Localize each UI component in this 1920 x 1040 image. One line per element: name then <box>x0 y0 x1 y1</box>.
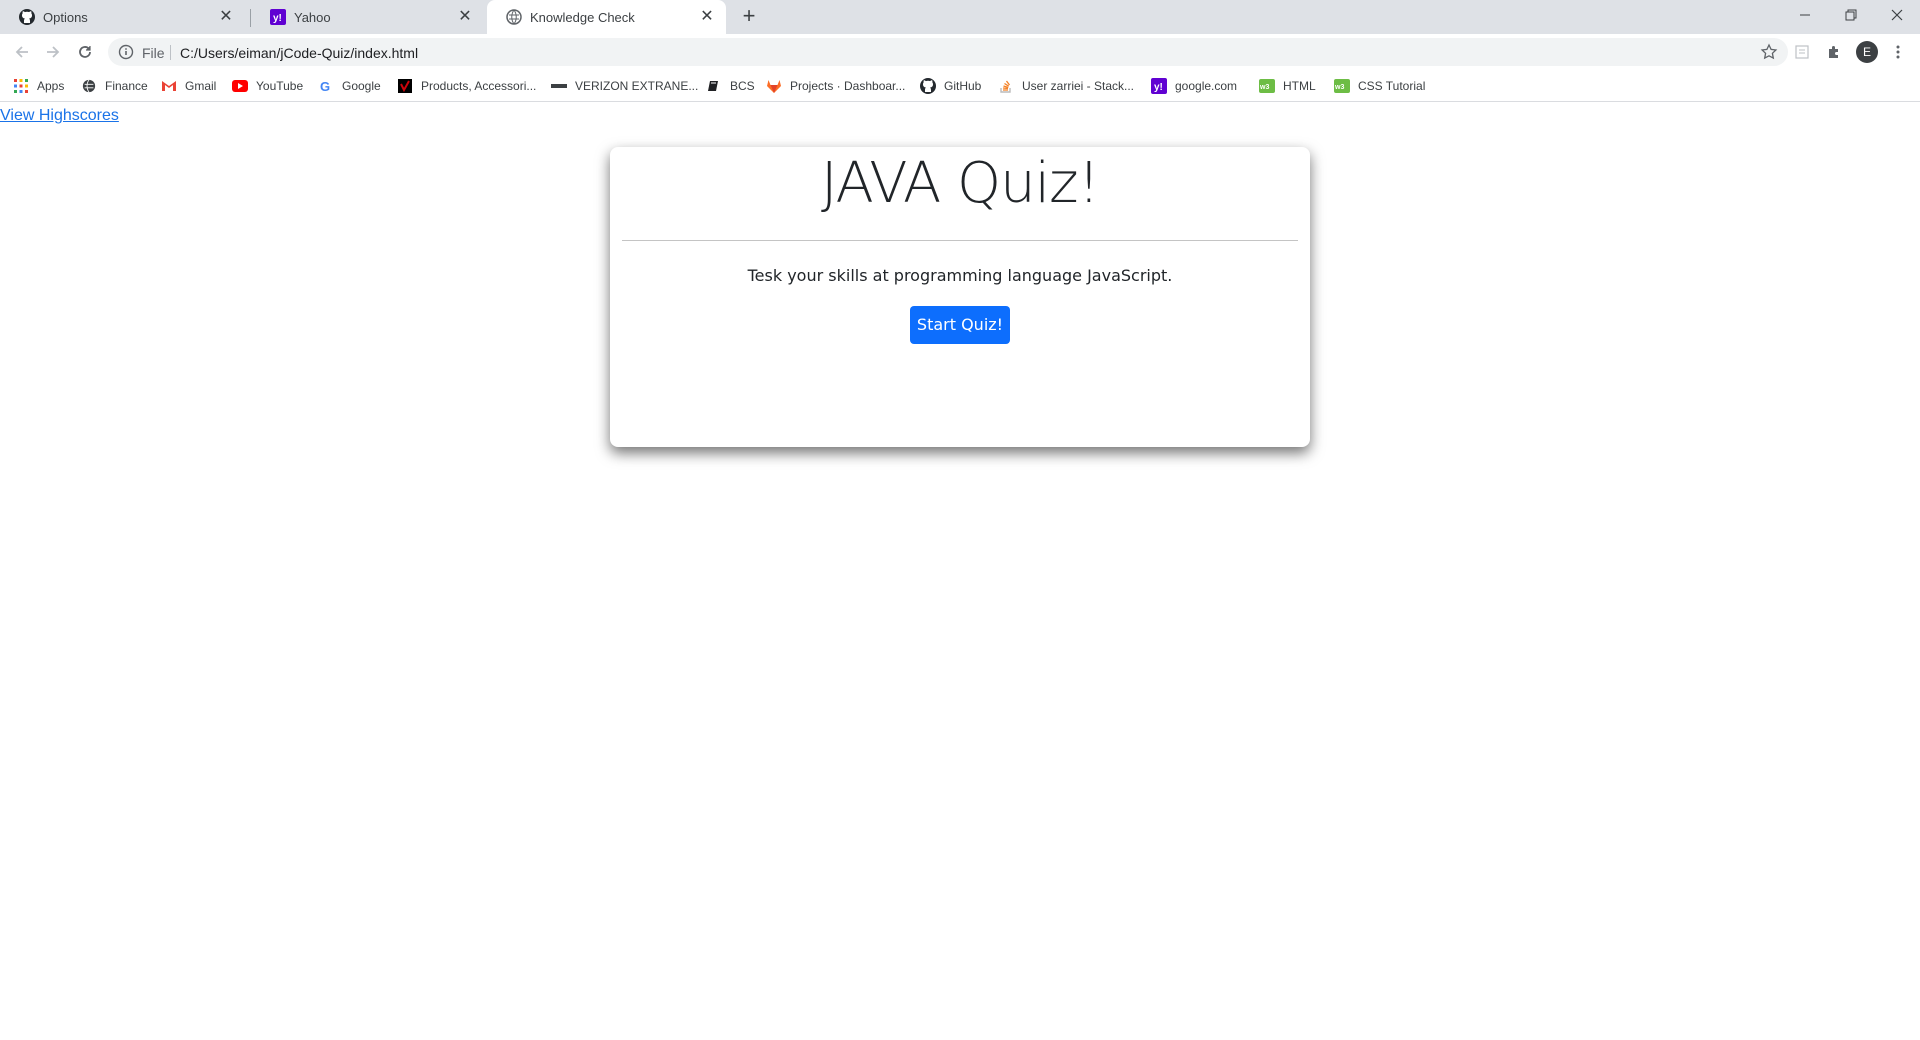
close-icon[interactable]: ✕ <box>456 8 474 26</box>
bookmark-youtube[interactable]: YouTube <box>232 78 303 94</box>
youtube-icon <box>232 78 248 94</box>
bookmark-label: Google <box>342 79 381 93</box>
svg-text:w3: w3 <box>1259 84 1269 91</box>
bookmark-label: Finance <box>105 79 148 93</box>
github-icon <box>920 78 936 94</box>
bookmark-label: User zarriei - Stack... <box>1022 79 1135 93</box>
bookmark-label: VERIZON EXTRANE... <box>575 79 699 93</box>
svg-text:G: G <box>320 79 330 93</box>
bookmark-label: Products, Accessori... <box>421 79 537 93</box>
scheme-label: File <box>142 45 165 61</box>
svg-text:w3: w3 <box>1334 84 1344 91</box>
verizon-icon <box>397 78 413 94</box>
page-viewport: View Highscores JAVA Quiz! Tesk your ski… <box>0 103 1920 1040</box>
gitlab-icon <box>766 78 782 94</box>
new-tab-icon[interactable]: + <box>737 5 761 29</box>
globe-icon <box>81 78 97 94</box>
stackoverflow-icon <box>998 78 1014 94</box>
star-icon[interactable] <box>1760 43 1778 61</box>
bookmark-bcs[interactable]: BCS <box>706 78 755 94</box>
tab-knowledge-check[interactable]: Knowledge Check ✕ <box>487 0 726 34</box>
bookmark-label: GitHub <box>944 79 982 93</box>
bookmark-google-com[interactable]: y! google.com <box>1151 78 1237 94</box>
divider <box>622 240 1298 241</box>
tab-yahoo[interactable]: y! Yahoo ✕ <box>251 0 484 34</box>
browser-toolbar: File C:/Users/eiman/jCode-Quiz/index.htm… <box>0 34 1920 70</box>
bookmarks-bar: Apps Finance Gmail YouTube G Google Prod… <box>0 70 1920 102</box>
info-icon[interactable] <box>118 44 134 60</box>
bookmark-google[interactable]: G Google <box>318 78 381 94</box>
reload-icon[interactable] <box>73 40 97 64</box>
bookmark-label: Apps <box>37 79 65 93</box>
tab-title: Yahoo <box>294 10 331 25</box>
close-window-icon[interactable] <box>1874 0 1920 30</box>
bookmark-verizon-extranet[interactable]: VERIZON EXTRANE... <box>551 78 698 94</box>
bookmark-finance[interactable]: Finance <box>81 78 148 94</box>
quiz-subtitle: Tesk your skills at programming language… <box>747 266 1173 285</box>
bookmark-products[interactable]: Products, Accessori... <box>397 78 536 94</box>
bookmark-label: HTML <box>1283 79 1316 93</box>
reading-list-icon[interactable] <box>1792 42 1812 62</box>
github-icon <box>19 9 35 25</box>
bookmark-github[interactable]: GitHub <box>920 78 981 94</box>
tab-title: Knowledge Check <box>530 10 635 25</box>
tab-strip: Options ✕ y! Yahoo ✕ Knowledge Check ✕ + <box>0 0 1920 34</box>
gmail-icon <box>161 78 177 94</box>
apps-grid-icon <box>13 78 29 94</box>
address-bar[interactable]: File C:/Users/eiman/jCode-Quiz/index.htm… <box>108 38 1788 66</box>
bookmark-label: YouTube <box>256 79 304 93</box>
url-text[interactable]: C:/Users/eiman/jCode-Quiz/index.html <box>180 45 418 61</box>
w3schools-icon: w3 <box>1334 78 1350 94</box>
start-quiz-button[interactable]: Start Quiz! <box>910 306 1010 344</box>
verizon-extranet-icon <box>551 78 567 94</box>
close-icon[interactable]: ✕ <box>698 8 716 26</box>
divider <box>170 45 171 60</box>
yahoo-icon: y! <box>270 9 286 25</box>
quiz-card: JAVA Quiz! Tesk your skills at programmi… <box>610 147 1310 447</box>
book-icon <box>706 78 722 94</box>
restore-icon[interactable] <box>1828 0 1874 30</box>
svg-text:y!: y! <box>273 13 282 24</box>
svg-text:y!: y! <box>1154 82 1163 93</box>
bookmark-gmail[interactable]: Gmail <box>161 78 216 94</box>
bookmark-label: CSS Tutorial <box>1358 79 1426 93</box>
google-icon: G <box>318 78 334 94</box>
w3schools-icon: w3 <box>1259 78 1275 94</box>
bookmark-label: BCS <box>730 79 755 93</box>
bookmark-label: google.com <box>1175 79 1238 93</box>
quiz-title: JAVA Quiz! <box>820 151 1100 216</box>
avatar[interactable]: E <box>1856 41 1878 63</box>
close-icon[interactable]: ✕ <box>217 8 235 26</box>
tab-title: Options <box>43 10 88 25</box>
globe-icon <box>506 9 522 25</box>
minimize-icon[interactable] <box>1782 0 1828 30</box>
extensions-puzzle-icon[interactable] <box>1824 42 1844 62</box>
back-arrow-icon[interactable] <box>10 40 34 64</box>
bookmark-label: Projects · Dashboar... <box>790 79 906 93</box>
bookmark-css-tutorial[interactable]: w3 CSS Tutorial <box>1334 78 1425 94</box>
forward-arrow-icon[interactable] <box>41 40 65 64</box>
yahoo-icon: y! <box>1151 78 1167 94</box>
tab-options[interactable]: Options ✕ <box>0 0 245 34</box>
bookmark-label: Gmail <box>185 79 217 93</box>
more-menu-icon[interactable] <box>1888 42 1908 62</box>
bookmark-html[interactable]: w3 HTML <box>1259 78 1316 94</box>
bookmark-projects[interactable]: Projects · Dashboar... <box>766 78 905 94</box>
bookmark-stackoverflow[interactable]: User zarriei - Stack... <box>998 78 1134 94</box>
view-highscores-link[interactable]: View Highscores <box>0 107 119 125</box>
bookmark-apps[interactable]: Apps <box>13 78 64 94</box>
